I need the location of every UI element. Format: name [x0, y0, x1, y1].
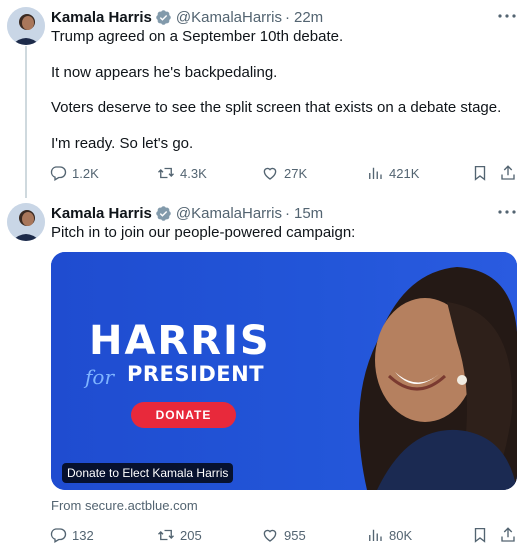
like-icon — [263, 529, 277, 542]
share-icon — [501, 165, 515, 180]
tweet-timestamp[interactable]: 22m — [294, 9, 323, 26]
card-source[interactable]: From secure.actblue.com — [51, 498, 198, 513]
repost-button[interactable]: 205 — [157, 525, 202, 545]
share-button[interactable] — [499, 525, 517, 545]
share-icon — [501, 527, 515, 542]
tweet-text-line: Voters deserve to see the split screen t… — [51, 99, 502, 116]
bookmark-button[interactable] — [471, 525, 489, 545]
repost-count: 205 — [180, 527, 202, 543]
author-handle[interactable]: @KamalaHarris — [176, 205, 282, 222]
card-donate-button: DONATE — [131, 402, 236, 428]
more-icon[interactable] — [496, 7, 518, 25]
views-icon — [369, 167, 382, 179]
reply-button[interactable]: 132 — [49, 525, 94, 545]
link-card[interactable]: HARRIS for PRESIDENT DONATE Donate to El… — [51, 252, 517, 490]
bookmark-icon — [474, 527, 486, 543]
bookmark-button[interactable] — [471, 163, 489, 183]
card-for-text: for — [85, 365, 115, 389]
view-count: 80K — [389, 527, 413, 543]
candidate-portrait — [359, 267, 517, 490]
author-name[interactable]: Kamala Harris — [51, 9, 152, 26]
tweet-text-line: I'm ready. So let's go. — [51, 135, 194, 152]
tweet-timestamp[interactable]: 15m — [294, 205, 323, 222]
repost-icon — [158, 167, 174, 179]
tweet-actions: 1.2K 4.3K 27K 421K — [49, 163, 519, 183]
like-button[interactable]: 955 — [261, 525, 306, 545]
card-headline: HARRIS — [89, 318, 271, 364]
separator-dot: · — [285, 8, 290, 26]
reply-button[interactable]: 1.2K — [49, 163, 99, 183]
reply-icon — [50, 528, 67, 543]
tweet-header: Kamala Harris @KamalaHarris · 15m — [51, 203, 323, 223]
tweet-text-line: Pitch in to join our people-powered camp… — [51, 224, 356, 241]
reply-icon — [50, 166, 67, 181]
tweet-header: Kamala Harris @KamalaHarris · 22m — [51, 7, 323, 27]
more-icon[interactable] — [496, 203, 518, 221]
author-name[interactable]: Kamala Harris — [51, 205, 152, 222]
tweet-2[interactable]: Kamala Harris @KamalaHarris · 15m Pitch … — [0, 196, 531, 551]
verified-badge-icon — [155, 205, 172, 222]
tweet-text-line: Trump agreed on a September 10th debate. — [51, 28, 344, 45]
verified-badge-icon — [155, 9, 172, 26]
repost-count: 4.3K — [180, 165, 207, 181]
views-button[interactable]: 421K — [366, 163, 419, 183]
view-count: 421K — [389, 165, 420, 181]
avatar[interactable] — [7, 7, 45, 45]
author-handle[interactable]: @KamalaHarris — [176, 9, 282, 26]
like-count: 955 — [284, 527, 306, 543]
card-subheadline: PRESIDENT — [127, 362, 265, 386]
like-icon — [263, 167, 277, 180]
tweet-text-line: It now appears he's backpedaling. — [51, 64, 278, 81]
bookmark-icon — [474, 165, 486, 181]
tweet-actions: 132 205 955 80K — [49, 525, 519, 545]
repost-button[interactable]: 4.3K — [157, 163, 207, 183]
like-button[interactable]: 27K — [261, 163, 307, 183]
views-icon — [369, 529, 382, 541]
separator-dot: · — [285, 204, 290, 222]
tweet-1[interactable]: Kamala Harris @KamalaHarris · 22m Trump … — [0, 0, 531, 196]
reply-count: 1.2K — [72, 165, 99, 181]
views-button[interactable]: 80K — [366, 525, 412, 545]
avatar[interactable] — [7, 203, 45, 241]
share-button[interactable] — [499, 163, 517, 183]
card-caption: Donate to Elect Kamala Harris — [62, 463, 234, 483]
reply-count: 132 — [72, 527, 94, 543]
like-count: 27K — [284, 165, 308, 181]
repost-icon — [158, 529, 174, 541]
